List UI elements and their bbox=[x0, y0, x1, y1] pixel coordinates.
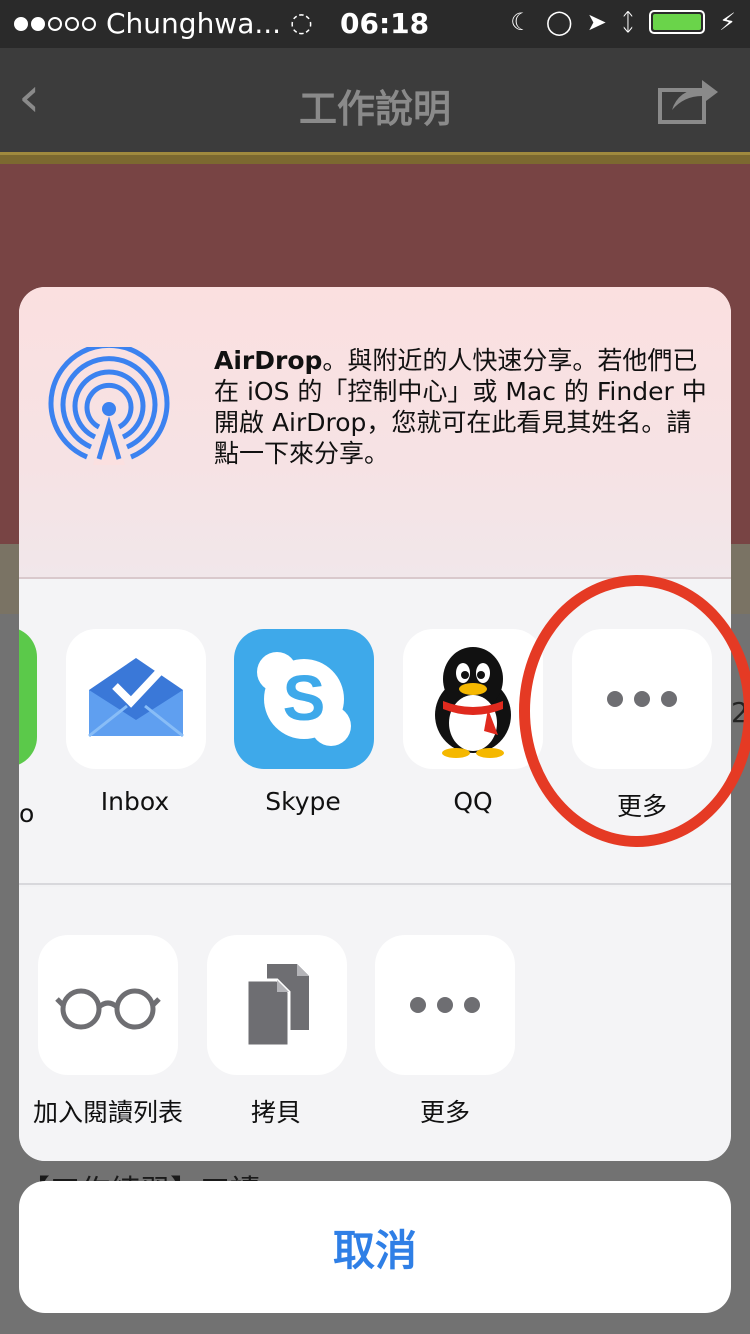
qq-penguin-icon bbox=[435, 647, 511, 758]
airdrop-title: AirDrop bbox=[214, 346, 323, 375]
battery-icon bbox=[649, 10, 706, 34]
carrier-indicator: Chunghwa... bbox=[14, 7, 281, 40]
status-bar: Chunghwa... ◌ 06:18 ☾ ◯ ➤ ᛨ ⚡ bbox=[0, 0, 750, 48]
status-right-icons: ☾ ◯ ➤ ᛨ ⚡ bbox=[510, 8, 736, 36]
inbox-icon bbox=[88, 658, 184, 738]
action-copy[interactable] bbox=[207, 935, 347, 1075]
share-sheet: AirDrop。與附近的人快速分享。若他們已在 iOS 的「控制中心」或 Mac… bbox=[19, 287, 731, 1161]
share-app-skype[interactable]: S bbox=[234, 629, 374, 769]
svg-text:S: S bbox=[283, 662, 326, 734]
reading-glasses-icon bbox=[55, 988, 161, 1030]
copy-icon bbox=[245, 964, 309, 1048]
app-label-inbox: Inbox bbox=[100, 787, 170, 816]
bluetooth-icon: ᛨ bbox=[620, 8, 636, 36]
moon-icon: ☾ bbox=[510, 8, 532, 36]
action-more[interactable] bbox=[375, 935, 515, 1075]
skype-icon: S bbox=[257, 652, 351, 746]
status-time: 06:18 bbox=[340, 7, 430, 40]
action-label-reading-list: 加入閱讀列表 bbox=[32, 1098, 183, 1127]
action-label-copy: 拷貝 bbox=[250, 1098, 301, 1127]
action-label-more: 更多 bbox=[419, 1098, 470, 1127]
share-app-inbox[interactable] bbox=[66, 629, 206, 769]
content-peek-number: 2 bbox=[731, 696, 749, 729]
navigation-bar: ‹ 工作說明 bbox=[0, 48, 750, 152]
more-dots-icon bbox=[607, 691, 677, 707]
action-add-reading-list[interactable] bbox=[38, 935, 178, 1075]
airdrop-icon bbox=[48, 347, 170, 465]
app-label-qq: QQ bbox=[453, 787, 493, 816]
header-divider bbox=[0, 152, 750, 164]
more-dots-icon bbox=[410, 997, 480, 1013]
share-app-more[interactable] bbox=[572, 629, 712, 769]
charging-bolt-icon: ⚡ bbox=[719, 8, 736, 36]
carrier-name: Chunghwa... bbox=[106, 7, 282, 40]
share-app-qq[interactable] bbox=[403, 629, 543, 769]
location-arrow-icon: ➤ bbox=[586, 8, 607, 36]
cancel-button[interactable]: 取消 bbox=[19, 1181, 731, 1313]
page-title: 工作說明 bbox=[298, 87, 451, 131]
app-label-skype: Skype bbox=[265, 787, 341, 816]
signal-strength-icon bbox=[14, 16, 96, 31]
airdrop-section[interactable]: AirDrop。與附近的人快速分享。若他們已在 iOS 的「控制中心」或 Mac… bbox=[19, 287, 731, 579]
messages-icon[interactable] bbox=[19, 627, 37, 767]
wifi-icon: ◌ bbox=[290, 8, 313, 38]
airdrop-description: AirDrop。與附近的人快速分享。若他們已在 iOS 的「控制中心」或 Mac… bbox=[214, 345, 714, 469]
app-label-more: 更多 bbox=[616, 792, 667, 821]
rotation-lock-icon: ◯ bbox=[545, 8, 573, 36]
share-icon[interactable] bbox=[658, 76, 720, 124]
app-label-messages: o bbox=[19, 799, 35, 828]
